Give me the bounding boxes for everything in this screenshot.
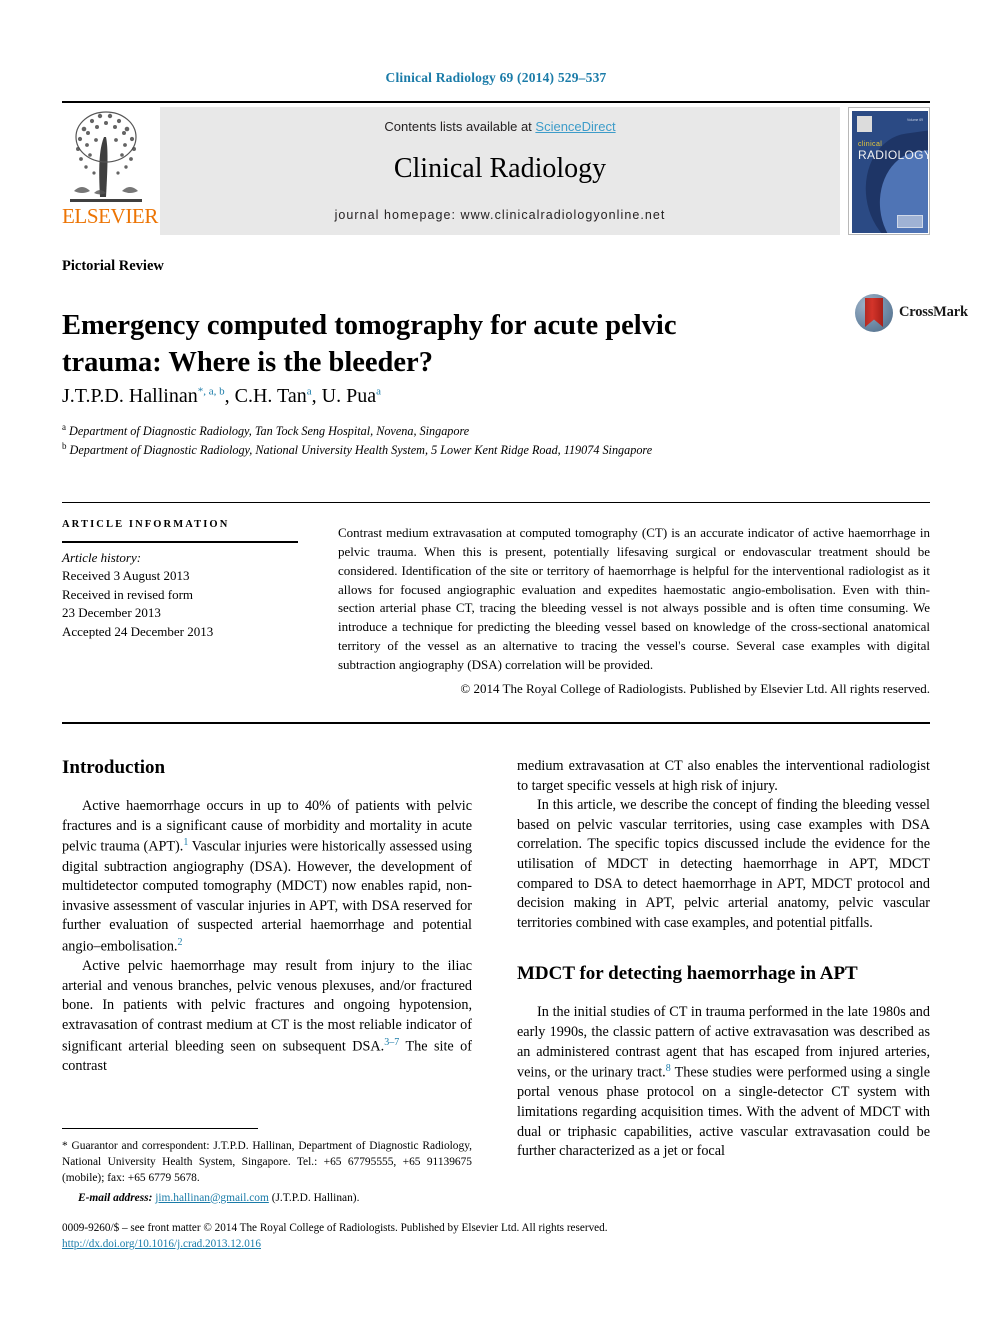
intro-paragraph-1: Active haemorrhage occurs in up to 40% o… <box>62 797 472 957</box>
journal-masthead: ELSEVIER Contents lists available at Sci… <box>62 101 930 235</box>
abstract-bottom-rule <box>62 722 930 724</box>
affiliation-b: b Department of Diagnostic Radiology, Na… <box>62 441 653 458</box>
article-revised-date: 23 December 2013 <box>62 605 161 621</box>
crossmark-badge[interactable]: CrossMark <box>855 292 968 336</box>
body-column-right: medium extravasation at CT also enables … <box>517 757 930 1162</box>
affiliation-a-text: Department of Diagnostic Radiology, Tan … <box>69 424 470 439</box>
article-information-heading: ARTICLE INFORMATION <box>62 519 230 530</box>
article-accepted: Accepted 24 December 2013 <box>62 623 214 639</box>
abstract-text: Contrast medium extravasation at compute… <box>338 525 930 672</box>
cover-title-large: RADIOLOGY <box>858 148 928 162</box>
cover-title-small: clinical <box>858 141 883 148</box>
doi-link[interactable]: http://dx.doi.org/10.1016/j.crad.2013.12… <box>62 1238 261 1250</box>
issn-copyright-line: 0009-9260/$ – see front matter © 2014 Th… <box>62 1222 608 1234</box>
journal-cover-thumbnail: Volume 69 clinical RADIOLOGY <box>848 107 930 235</box>
cover-volume-label: Volume 69 <box>906 118 923 122</box>
right-paragraph-1: medium extravasation at CT also enables … <box>517 758 930 794</box>
body-column-left: Introduction Active haemorrhage occurs i… <box>62 757 472 1077</box>
article-history: Article history: Received 3 August 2013 … <box>62 549 312 641</box>
masthead-center-band: Contents lists available at ScienceDirec… <box>160 107 840 235</box>
correspondence-note: * Guarantor and correspondent: J.T.P.D. … <box>62 1140 472 1185</box>
contents-prefix: Contents lists available at <box>384 119 536 134</box>
affiliation-a: a Department of Diagnostic Radiology, Ta… <box>62 422 470 439</box>
journal-homepage-line[interactable]: journal homepage: www.clinicalradiologyo… <box>160 208 840 222</box>
cover-society-logo <box>897 215 923 228</box>
citation-ref-2[interactable]: 2 <box>177 937 182 948</box>
crossmark-label: CrossMark <box>899 304 968 320</box>
footnote-block: * Guarantor and correspondent: J.T.P.D. … <box>62 1138 472 1206</box>
email-suffix: (J.T.P.D. Hallinan). <box>268 1191 360 1204</box>
mdct-paragraph-1: In the initial studies of CT in trauma p… <box>517 1003 930 1161</box>
abstract-copyright: © 2014 The Royal College of Radiologists… <box>460 680 930 696</box>
cover-elsevier-icon <box>857 116 872 132</box>
article-received: Received 3 August 2013 <box>62 568 190 584</box>
article-revised-label: Received in revised form <box>62 586 194 602</box>
intro-paragraph-2: Active pelvic haemorrhage may result fro… <box>62 957 472 1076</box>
elsevier-logo: ELSEVIER <box>62 107 158 235</box>
journal-title: Clinical Radiology <box>393 153 607 184</box>
affiliation-b-text: Department of Diagnostic Radiology, Nati… <box>69 443 653 458</box>
footnote-rule <box>62 1128 258 1129</box>
article-information-rule <box>62 541 298 543</box>
sciencedirect-link[interactable]: ScienceDirect <box>535 119 615 134</box>
affiliations: a Department of Diagnostic Radiology, Ta… <box>62 421 862 460</box>
citation-ref-3-7[interactable]: 3–7 <box>384 1037 399 1048</box>
section-heading-introduction: Introduction <box>62 757 166 778</box>
contents-line: Contents lists available at ScienceDirec… <box>160 119 840 134</box>
page-title: Emergency computed tomography for acute … <box>62 310 677 378</box>
intro-p1-b: Vascular injuries were historically asse… <box>62 838 473 955</box>
article-history-label: Article history: <box>62 550 142 565</box>
author-list: J.T.P.D. Hallinan*, a, b, C.H. Tana, U. … <box>62 385 381 407</box>
journal-article-page: Clinical Radiology 69 (2014) 529–537 ELS… <box>0 0 992 1323</box>
right-paragraph-2: In this article, we describe the concept… <box>517 797 930 931</box>
elsevier-tree-icon <box>64 107 148 207</box>
section-heading-mdct: MDCT for detecting haemorrhage in APT <box>517 963 858 985</box>
email-link[interactable]: jim.hallinan@gmail.com <box>155 1192 269 1204</box>
masthead-top-rule <box>62 101 930 103</box>
email-note: E-mail address: jim.hallinan@gmail.com (… <box>62 1190 472 1206</box>
abstract: Contrast medium extravasation at compute… <box>338 524 930 699</box>
email-label: E-mail address: <box>78 1191 153 1204</box>
abstract-top-rule <box>62 502 930 503</box>
journal-cover-art: Volume 69 clinical RADIOLOGY <box>852 111 928 233</box>
elsevier-wordmark: ELSEVIER <box>62 204 158 228</box>
article-type-label: Pictorial Review <box>62 258 164 274</box>
running-head: Clinical Radiology 69 (2014) 529–537 <box>385 70 607 85</box>
